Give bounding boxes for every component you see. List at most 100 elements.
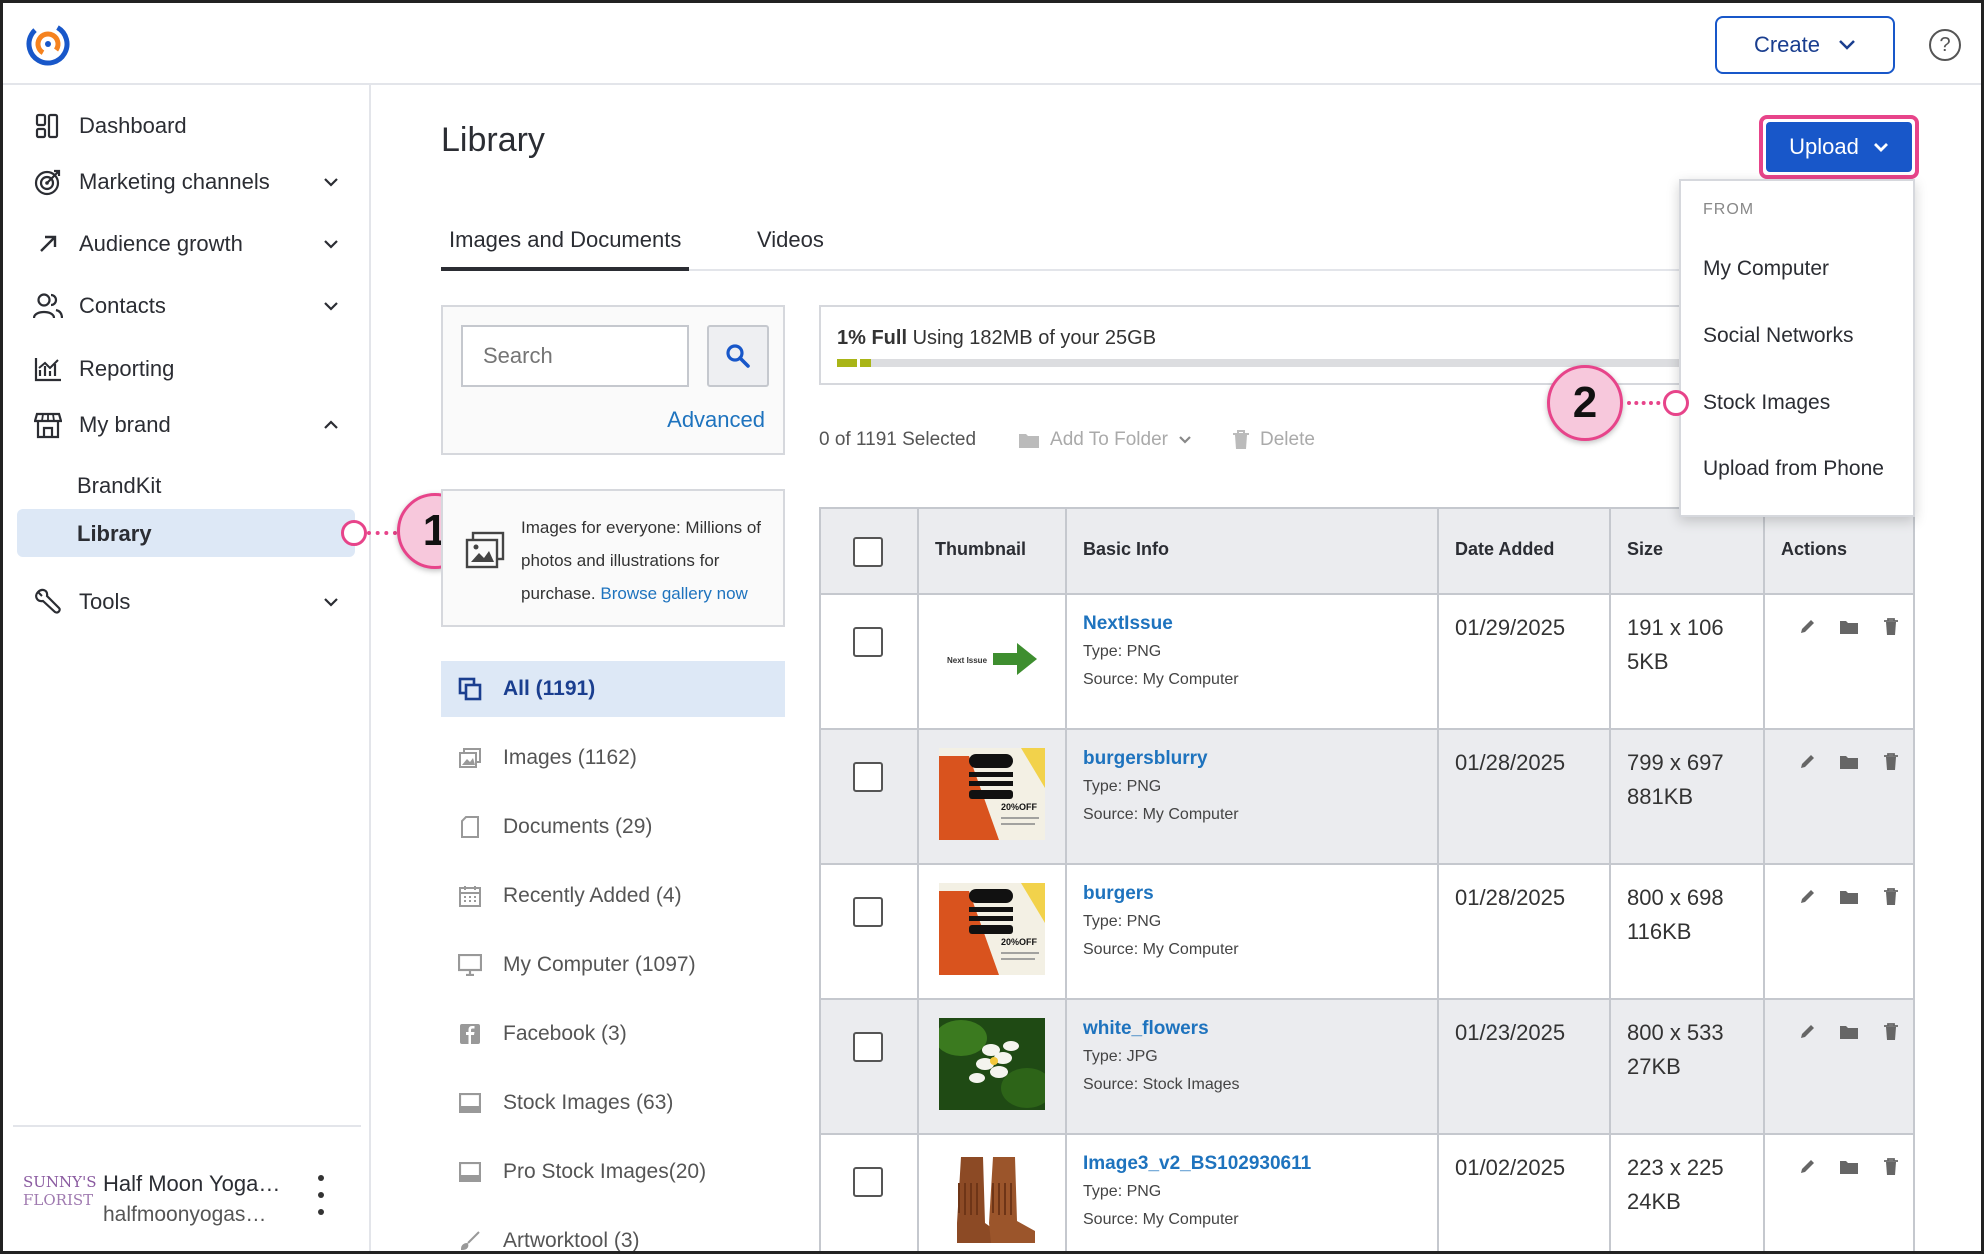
- folder-icon[interactable]: [1839, 887, 1859, 907]
- table-row[interactable]: Image3_v2_BS102930611 Type: PNG Source: …: [821, 1135, 1913, 1251]
- sidebar-item-my-brand[interactable]: My brand: [33, 403, 343, 447]
- menu-item-my-computer[interactable]: My Computer: [1703, 257, 1829, 281]
- browse-gallery-link[interactable]: Browse gallery now: [600, 584, 747, 603]
- account-switcher[interactable]: SUNNY'S FLORIST Half Moon Yoga… halfmoon…: [23, 1165, 363, 1245]
- folder-icon[interactable]: [1839, 617, 1859, 637]
- document-icon: [457, 814, 483, 840]
- filter-label: Images (1162): [503, 746, 637, 769]
- delete-button[interactable]: Delete: [1232, 429, 1315, 451]
- file-source: Source: Stock Images: [1083, 1076, 1240, 1093]
- add-to-folder-button[interactable]: Add To Folder: [1018, 429, 1192, 451]
- sidebar-item-reporting[interactable]: Reporting: [33, 347, 343, 391]
- chevron-up-icon[interactable]: [319, 413, 343, 437]
- edit-icon[interactable]: [1797, 617, 1817, 637]
- table-row[interactable]: 20%OFF burgers Type: PNG Source: My Comp…: [821, 865, 1913, 1000]
- tab-images-and-documents[interactable]: Images and Documents: [441, 227, 690, 271]
- sidebar-item-tools[interactable]: Tools: [33, 580, 343, 624]
- filter-stock-images[interactable]: Stock Images (63): [441, 1075, 785, 1131]
- column-header-date-added: Date Added: [1455, 539, 1555, 559]
- filter-my-computer[interactable]: My Computer (1097): [441, 937, 785, 993]
- file-name-link[interactable]: NextIssue: [1083, 613, 1173, 635]
- column-divider: [1437, 509, 1439, 1251]
- row-checkbox[interactable]: [853, 627, 883, 657]
- upload-button[interactable]: Upload: [1766, 122, 1912, 172]
- filter-images[interactable]: Images (1162): [441, 730, 785, 786]
- menu-item-social-networks[interactable]: Social Networks: [1703, 324, 1854, 348]
- chevron-down-icon[interactable]: [319, 232, 343, 256]
- folder-icon[interactable]: [1839, 1157, 1859, 1177]
- sidebar-item-contacts[interactable]: Contacts: [33, 284, 343, 328]
- row-thumbnail[interactable]: [939, 1018, 1045, 1110]
- svg-text:20%OFF: 20%OFF: [1001, 802, 1038, 812]
- create-button[interactable]: Create: [1715, 16, 1895, 74]
- filter-facebook[interactable]: Facebook (3): [441, 1006, 785, 1062]
- sidebar-item-dashboard[interactable]: Dashboard: [33, 104, 343, 148]
- sidebar-subitem-library[interactable]: Library: [77, 521, 152, 547]
- callout-1-anchor: [341, 520, 367, 546]
- sidebar-item-label: Reporting: [79, 356, 175, 381]
- folder-icon[interactable]: [1839, 752, 1859, 772]
- calendar-icon: [457, 883, 483, 909]
- filter-label: All (1191): [503, 677, 596, 700]
- file-name-link[interactable]: white_flowers: [1083, 1018, 1209, 1040]
- row-checkbox[interactable]: [853, 1167, 883, 1197]
- table-row[interactable]: 20%OFF burgersblurry Type: PNG Source: M…: [821, 730, 1913, 865]
- trash-icon[interactable]: [1881, 1022, 1901, 1042]
- edit-icon[interactable]: [1797, 752, 1817, 772]
- chevron-down-icon: [1179, 436, 1191, 444]
- search-input[interactable]: [461, 325, 689, 387]
- top-bar: Create ?: [3, 3, 1981, 85]
- trash-icon[interactable]: [1881, 1157, 1901, 1177]
- chevron-down-icon[interactable]: [319, 590, 343, 614]
- menu-item-stock-images[interactable]: Stock Images: [1703, 391, 1830, 415]
- row-thumbnail[interactable]: 20%OFF: [939, 748, 1045, 840]
- file-name-link[interactable]: Image3_v2_BS102930611: [1083, 1153, 1311, 1175]
- kebab-menu-icon[interactable]: [313, 1175, 329, 1215]
- file-date-added: 01/28/2025: [1455, 885, 1566, 910]
- row-thumbnail[interactable]: Next Issue: [939, 613, 1045, 705]
- brand-logo-icon[interactable]: [25, 21, 71, 67]
- sidebar-item-audience-growth[interactable]: Audience growth: [33, 222, 343, 266]
- row-checkbox[interactable]: [853, 762, 883, 792]
- table-row[interactable]: Next Issue NextIssue Type: PNG Source: M…: [821, 595, 1913, 730]
- sidebar-item-label: Dashboard: [79, 113, 187, 138]
- sidebar-active-highlight: [17, 509, 355, 557]
- edit-icon[interactable]: [1797, 887, 1817, 907]
- filter-label: Stock Images (63): [503, 1091, 674, 1114]
- trash-icon[interactable]: [1881, 752, 1901, 772]
- advanced-search-link[interactable]: Advanced: [667, 407, 765, 433]
- file-size: 24KB: [1627, 1189, 1681, 1214]
- help-icon[interactable]: ?: [1929, 29, 1961, 61]
- tab-videos[interactable]: Videos: [757, 227, 824, 271]
- trash-icon[interactable]: [1881, 617, 1901, 637]
- filter-documents[interactable]: Documents (29): [441, 799, 785, 855]
- trash-icon[interactable]: [1881, 887, 1901, 907]
- row-thumbnail[interactable]: [939, 1153, 1045, 1245]
- row-checkbox[interactable]: [853, 897, 883, 927]
- folder-icon[interactable]: [1839, 1022, 1859, 1042]
- filter-recently-added[interactable]: Recently Added (4): [441, 868, 785, 924]
- menu-item-upload-from-phone[interactable]: Upload from Phone: [1703, 457, 1884, 481]
- filter-pro-stock-images[interactable]: Pro Stock Images(20): [441, 1144, 785, 1200]
- edit-icon[interactable]: [1797, 1157, 1817, 1177]
- callout-2-anchor: [1663, 390, 1689, 416]
- chevron-down-icon[interactable]: [319, 294, 343, 318]
- select-all-checkbox[interactable]: [853, 537, 883, 567]
- sidebar-item-label: Marketing channels: [79, 169, 270, 194]
- filter-all[interactable]: All (1191): [441, 661, 785, 717]
- store-icon: [33, 410, 63, 440]
- edit-icon[interactable]: [1797, 1022, 1817, 1042]
- file-name-link[interactable]: burgers: [1083, 883, 1154, 905]
- table-row[interactable]: white_flowers Type: JPG Source: Stock Im…: [821, 1000, 1913, 1135]
- chevron-down-icon[interactable]: [319, 170, 343, 194]
- filter-artworktool[interactable]: Artworktool (3): [441, 1213, 785, 1251]
- sidebar-subitem-brandkit[interactable]: BrandKit: [77, 473, 161, 499]
- row-checkbox[interactable]: [853, 1032, 883, 1062]
- search-button[interactable]: [707, 325, 769, 387]
- stock-icon: [457, 1159, 483, 1185]
- stock-icon: [457, 1090, 483, 1116]
- sidebar-item-marketing-channels[interactable]: Marketing channels: [33, 160, 343, 204]
- row-thumbnail[interactable]: 20%OFF: [939, 883, 1045, 975]
- app-frame: Create ? Dashboard Marketing channels Au…: [0, 0, 1984, 1254]
- file-name-link[interactable]: burgersblurry: [1083, 748, 1208, 770]
